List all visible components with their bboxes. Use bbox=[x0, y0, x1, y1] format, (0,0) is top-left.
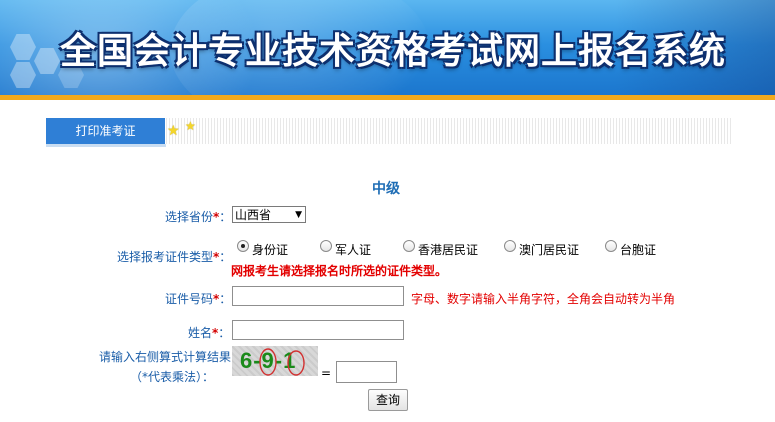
radio-label-military-card: 军人证 bbox=[335, 243, 372, 257]
captcha-answer-input[interactable] bbox=[336, 361, 397, 383]
star-icon: ★ bbox=[167, 123, 180, 139]
exam-level-heading: 中级 bbox=[372, 181, 400, 197]
radio-macau-permit[interactable] bbox=[504, 240, 516, 252]
header-banner: 全国会计专业技术资格考试网上报名系统 bbox=[0, 0, 775, 100]
captcha-noise-icon bbox=[259, 348, 305, 376]
tab-print-admission-ticket[interactable]: 打印准考证 bbox=[46, 118, 165, 144]
id-number-label-text: 证件号码 bbox=[165, 292, 214, 306]
equals-sign: = bbox=[321, 366, 332, 380]
province-label: 选择省份*： bbox=[165, 210, 232, 224]
radio-taiwan-permit[interactable] bbox=[605, 240, 617, 252]
id-type-label: 选择报考证件类型*： bbox=[117, 250, 232, 264]
banner-stripe bbox=[0, 95, 775, 100]
radio-label-hongkong-permit: 香港居民证 bbox=[418, 243, 479, 257]
radio-hongkong-permit[interactable] bbox=[403, 240, 415, 252]
radio-label-id-card: 身份证 bbox=[252, 243, 289, 257]
radio-military-card[interactable] bbox=[320, 240, 332, 252]
dropdown-arrow-icon: ▼ bbox=[295, 210, 302, 220]
province-label-text: 选择省份 bbox=[165, 210, 214, 224]
radio-label-macau-permit: 澳门居民证 bbox=[519, 243, 580, 257]
province-selected-value: 山西省 bbox=[235, 208, 272, 222]
name-label-text: 姓名 bbox=[188, 326, 213, 340]
captcha-label-line2-text: （*代表乘法）： bbox=[130, 370, 215, 384]
system-title: 全国会计专业技术资格考试网上报名系统 bbox=[60, 30, 727, 72]
id-number-hint: 字母、数字请输入半角字符，全角会自动转为半角 bbox=[411, 292, 676, 306]
id-number-input[interactable] bbox=[232, 286, 404, 306]
captcha-label-line1: 请输入右侧算式计算结果 bbox=[99, 350, 232, 364]
tab-bar: 打印准考证 bbox=[46, 118, 732, 144]
id-number-label: 证件号码*： bbox=[165, 292, 232, 306]
tab-underline bbox=[46, 144, 166, 147]
query-button[interactable]: 查询 bbox=[368, 389, 408, 411]
id-type-label-text: 选择报考证件类型 bbox=[117, 250, 214, 264]
radio-id-card[interactable] bbox=[237, 240, 249, 252]
radio-label-taiwan-permit: 台胞证 bbox=[620, 243, 657, 257]
name-input[interactable] bbox=[232, 320, 404, 340]
captcha-label-line2: （*代表乘法）： bbox=[130, 368, 214, 385]
star-icon: ★ bbox=[185, 119, 196, 133]
id-type-warning: 网报考生请选择报名时所选的证件类型。 bbox=[231, 264, 448, 278]
province-select[interactable]: 山西省 ▼ bbox=[232, 206, 306, 223]
name-label: 姓名*： bbox=[188, 326, 231, 340]
captcha-image: 6-9-1 bbox=[232, 346, 318, 376]
